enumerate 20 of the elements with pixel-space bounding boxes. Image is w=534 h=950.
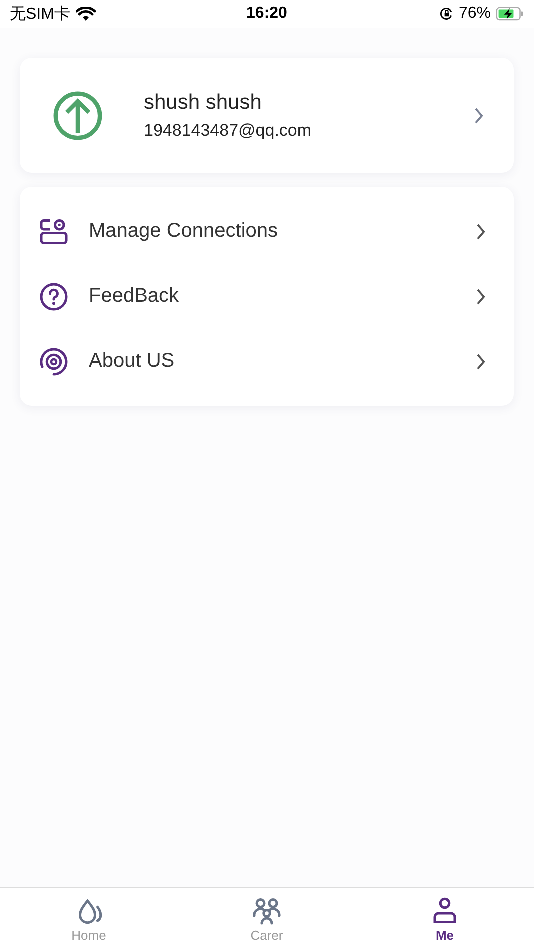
user-name: shush shush xyxy=(144,90,263,114)
user-email: 1948143487@qq.com xyxy=(144,120,313,140)
chevron-right-icon xyxy=(476,222,486,240)
chevron-right-icon xyxy=(474,106,484,124)
carrier-label: 无SIM卡 xyxy=(10,4,70,24)
battery-charging-icon xyxy=(496,7,524,21)
chevron-right-icon xyxy=(476,352,486,370)
profile-card[interactable]: shush shush 1948143487@qq.com xyxy=(20,58,514,173)
chevron-right-icon xyxy=(476,288,486,306)
menu-item[interactable]: Manage Connections xyxy=(20,199,514,264)
help-icon xyxy=(39,282,69,312)
rotation-lock-icon xyxy=(440,7,454,21)
spiral-icon xyxy=(39,346,69,376)
people-icon xyxy=(252,896,282,926)
wifi-icon xyxy=(76,6,96,22)
clock-time: 16:20 xyxy=(246,5,288,23)
menu-item[interactable]: FeedBack xyxy=(20,264,514,329)
tab-item[interactable]: Me xyxy=(356,888,534,950)
menu-item[interactable]: About US xyxy=(20,329,514,394)
battery-percent: 76% xyxy=(458,5,491,23)
